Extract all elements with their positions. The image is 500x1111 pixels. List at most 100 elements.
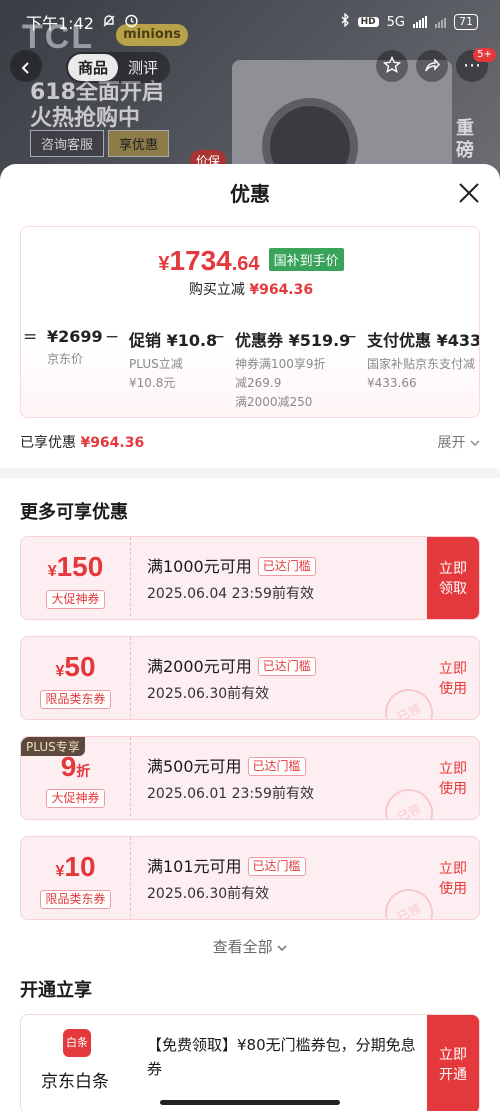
equals-sign: =: [23, 327, 38, 347]
enjoyed-value: ¥964.36: [80, 435, 145, 451]
breakdown-item-coupon: 优惠券 ¥519.9 神券满100享9折 减269.9 满2000减250: [235, 331, 351, 409]
coupon-condition: 满2000元可用: [147, 657, 252, 676]
final-price: ¥1734.64: [158, 245, 260, 276]
back-button[interactable]: [10, 50, 42, 82]
promo-banner: 618全面开启 火热抢购中: [30, 80, 164, 132]
expand-button[interactable]: 展开: [438, 432, 480, 452]
coupon-type: 大促神券: [46, 590, 105, 609]
minus-sign: −: [105, 327, 120, 347]
signal-icon: [413, 16, 427, 28]
notification-off-icon: [102, 13, 116, 32]
price-summary-card: ¥1734.64 国补到手价 购买立减 ¥964.36 = ¥2699 京东价 …: [20, 226, 480, 418]
favorite-button[interactable]: [376, 50, 408, 82]
subsidy-price-tag: 国补到手价: [268, 248, 344, 271]
more-discounts-title: 更多可享优惠: [20, 502, 128, 523]
reduce-label: 购买立减: [188, 282, 245, 298]
sheet-header: 优惠: [0, 164, 500, 224]
coupon-value: ¥150 大促神券: [21, 537, 131, 619]
close-icon: [459, 183, 479, 203]
share-icon: [425, 58, 440, 72]
coupon-value: 9折 大促神券: [21, 737, 131, 819]
more-button[interactable]: ⋯ 5+: [456, 48, 496, 82]
sheet-title: 优惠: [230, 182, 270, 206]
enjoyed-label: 已享优惠: [20, 435, 76, 451]
coupon-value: ¥50 限品类东券: [21, 637, 131, 719]
coupon-condition: 满1000元可用: [147, 557, 252, 576]
coupon-expiry: 2025.06.04 23:59前有效: [147, 586, 314, 602]
breakdown-item-jd-price: ¥2699 京东价: [47, 327, 103, 366]
tab-review[interactable]: 测评: [118, 54, 168, 81]
baitiao-desc: 【免费领取】¥80无门槛券包，分期免息券: [147, 1036, 416, 1078]
coupon-expiry: 2025.06.01 23:59前有效: [147, 786, 314, 802]
breakdown-item-payment: 支付优惠 ¥433.66 国家补贴京东支付减¥433.66: [367, 331, 480, 390]
battery-indicator: 71: [454, 14, 478, 30]
price-breakdown: = ¥2699 京东价 − 促销 ¥10.8 PLUS立减 ¥10.8元 − 优惠…: [21, 327, 480, 417]
coupon-condition: 满500元可用: [147, 757, 242, 776]
coupon-expiry: 2025.06.30前有效: [147, 886, 270, 902]
signal-icon-2: [435, 16, 446, 28]
coupon-value: ¥10 限品类东券: [21, 837, 131, 919]
open-benefits-title: 开通立享: [20, 980, 92, 1001]
breakdown-item-promo: 促销 ¥10.8 PLUS立减 ¥10.8元: [129, 331, 218, 390]
coupon-condition: 满101元可用: [147, 857, 242, 876]
clock: 下午1:42: [26, 14, 94, 33]
status-left: 下午1:42: [26, 10, 139, 34]
coupon-info: 满1000元可用 已达门槛 2025.06.04 23:59前有效: [147, 553, 316, 603]
enjoyed-discount: 已享优惠 ¥964.36: [20, 432, 144, 452]
baitiao-name: 京东白条: [41, 1072, 109, 1092]
baitiao-card: 白条 京东白条 【免费领取】¥80无门槛券包，分期免息券 立即开通: [20, 1014, 480, 1111]
threshold-badge: 已达门槛: [247, 857, 306, 876]
coupon-type: 限品类东券: [40, 690, 111, 709]
final-price-row: ¥1734.64 国补到手价: [21, 245, 479, 277]
tab-product[interactable]: 商品: [68, 54, 119, 81]
threshold-badge: 已达门槛: [257, 557, 316, 576]
bluetooth-icon: [340, 12, 350, 31]
view-all-button[interactable]: 查看全部: [0, 936, 500, 957]
status-bar: 下午1:42 HD 5G 71: [0, 0, 500, 44]
promo-line-2: 火热抢购中: [30, 106, 141, 131]
home-indicator[interactable]: [160, 1100, 340, 1105]
share-button[interactable]: [416, 50, 448, 82]
product-nav: 商品 测评 ⋯ 5+: [0, 48, 500, 86]
coupon-card: ¥150 大促神券 满1000元可用 已达门槛 2025.06.04 23:59前…: [20, 536, 480, 620]
promo-buttons: 咨询客服 享优惠: [30, 130, 170, 157]
nav-icons: ⋯ 5+: [376, 48, 496, 82]
coupon-card: ¥10 限品类东券 满101元可用 已达门槛 2025.06.30前有效 已领 立…: [20, 836, 480, 920]
coupon-card: PLUS专享 9折 大促神券 满500元可用 已达门槛 2025.06.01 23…: [20, 736, 480, 820]
use-coupon-button[interactable]: 立即使用: [427, 837, 479, 919]
hd-badge: HD: [357, 17, 379, 27]
coupon-info: 满500元可用 已达门槛 2025.06.01 23:59前有效: [147, 753, 314, 803]
open-now-button[interactable]: 立即开通: [427, 1015, 479, 1111]
service-button: 咨询客服: [30, 130, 105, 157]
chevron-down-icon: [277, 945, 287, 951]
use-coupon-button[interactable]: 立即使用: [427, 637, 479, 719]
nav-tabs: 商品 测评: [66, 52, 171, 83]
alarm-icon: [124, 13, 139, 32]
section-divider: [0, 468, 500, 478]
chevron-left-icon: [21, 62, 29, 74]
coupon-type: 大促神券: [46, 789, 105, 808]
status-right: HD 5G 71: [340, 12, 478, 31]
coupon-info: 满101元可用 已达门槛 2025.06.30前有效: [147, 853, 306, 903]
chevron-down-icon: [470, 440, 480, 446]
discount-button: 享优惠: [108, 130, 170, 157]
claim-coupon-button[interactable]: 立即领取: [427, 537, 479, 619]
star-icon: [382, 55, 402, 74]
message-badge: 5+: [473, 48, 496, 62]
minus-sign: −: [211, 327, 226, 347]
minus-sign: −: [343, 327, 358, 347]
close-button[interactable]: [458, 182, 480, 204]
coupon-type: 限品类东券: [40, 890, 111, 909]
baitiao-logo-icon: 白条: [63, 1029, 91, 1057]
coupon-expiry: 2025.06.30前有效: [147, 686, 270, 702]
reduce-value: ¥964.36: [249, 282, 314, 298]
threshold-badge: 已达门槛: [257, 657, 316, 676]
side-banner-text: 重磅: [456, 118, 474, 161]
use-coupon-button[interactable]: 立即使用: [427, 737, 479, 819]
coupon-card: ¥50 限品类东券 满2000元可用 已达门槛 2025.06.30前有效 已领 …: [20, 636, 480, 720]
coupon-info: 满2000元可用 已达门槛 2025.06.30前有效: [147, 653, 316, 703]
threshold-badge: 已达门槛: [247, 757, 306, 776]
reduce-row: 购买立减 ¥964.36: [21, 279, 479, 299]
discount-sheet: 优惠 ¥1734.64 国补到手价 购买立减 ¥964.36 = ¥2699 京…: [0, 164, 500, 1111]
network-label: 5G: [386, 14, 405, 30]
